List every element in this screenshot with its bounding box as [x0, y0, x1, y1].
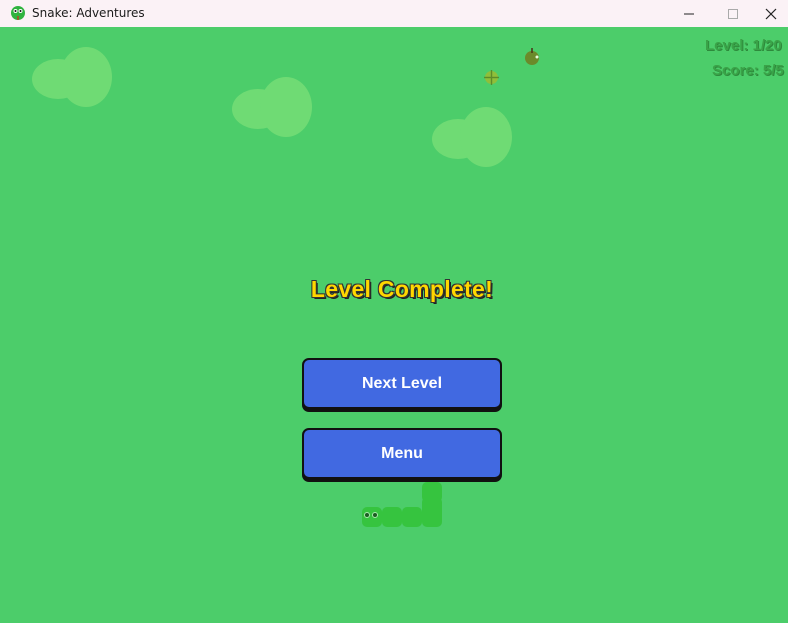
- menu-label: Menu: [381, 444, 423, 462]
- game-canvas[interactable]: Level: 1/20 Score: 5/5 Level Complete! N…: [2, 27, 788, 623]
- snake-head: [362, 507, 382, 527]
- minimize-button[interactable]: [666, 0, 712, 27]
- snake-segment: [402, 507, 422, 527]
- close-icon: [765, 8, 777, 19]
- snake-eye: [364, 512, 370, 518]
- minimize-icon: [684, 13, 694, 14]
- next-level-button[interactable]: Next Level: [302, 358, 502, 409]
- level-indicator: Level: 1/20: [705, 37, 782, 54]
- game-window: Snake: Adventures Level: 1/20 Score: 5/5…: [0, 0, 788, 623]
- level-complete-heading: Level Complete!: [310, 276, 494, 302]
- maximize-button[interactable]: [710, 0, 756, 27]
- title-bar[interactable]: Snake: Adventures: [0, 0, 788, 27]
- snake-icon: [11, 6, 25, 20]
- apple-icon: [525, 48, 539, 65]
- snake-eye: [372, 512, 378, 518]
- maximize-icon: [728, 8, 738, 19]
- window-title: Snake: Adventures: [32, 6, 145, 20]
- crosshair-icon: [484, 70, 499, 85]
- cloud: [432, 107, 512, 167]
- close-button[interactable]: [754, 0, 788, 27]
- menu-button[interactable]: Menu: [302, 428, 502, 479]
- snake-segment: [382, 507, 402, 527]
- score-indicator: Score: 5/5: [712, 62, 784, 79]
- cloud: [32, 47, 112, 107]
- next-level-label: Next Level: [361, 374, 443, 392]
- snake-segment: [422, 507, 442, 527]
- cloud: [232, 77, 312, 137]
